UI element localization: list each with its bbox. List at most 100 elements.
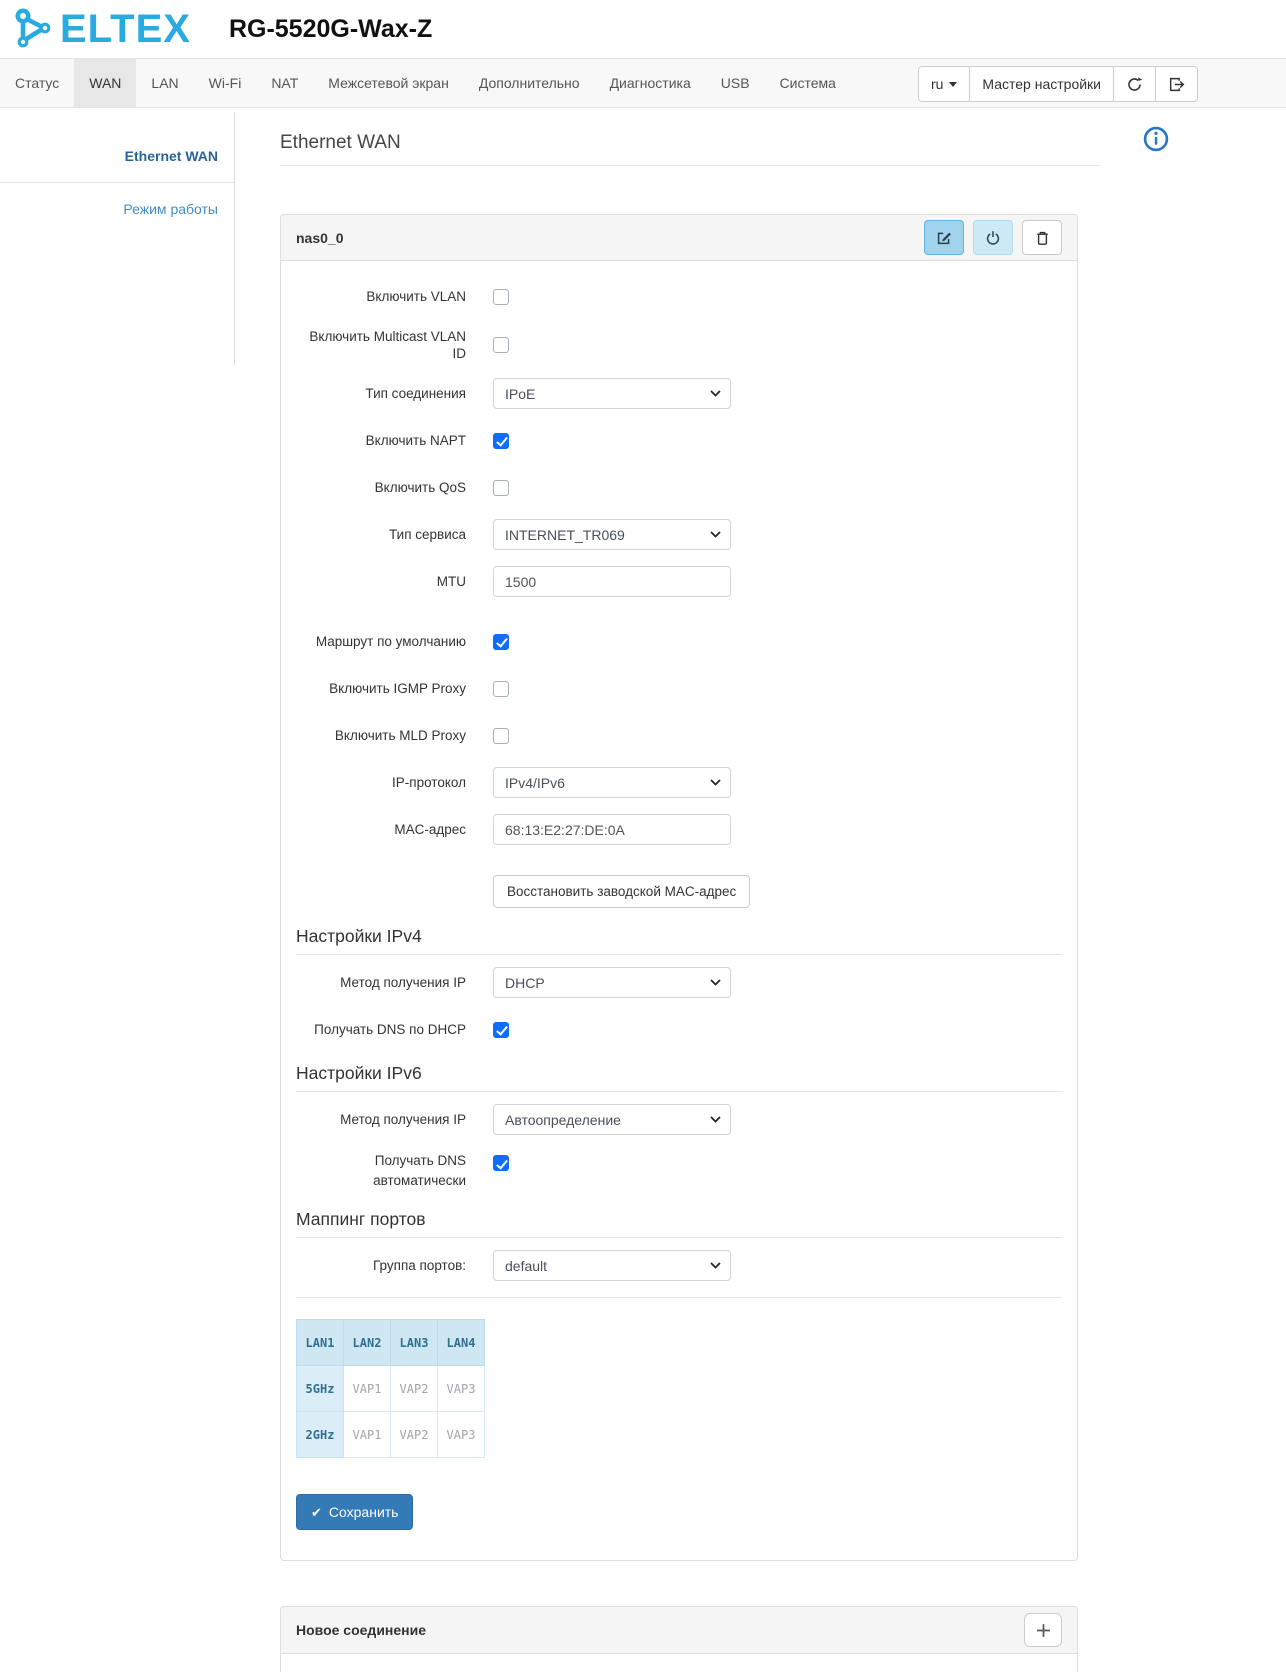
form-row: Включить QoS <box>296 472 1062 503</box>
field-label: Метод получения IP <box>340 975 466 990</box>
ipv6-dns-auto-checkbox[interactable] <box>493 1155 509 1171</box>
chevron-down-icon <box>710 531 721 538</box>
vap-cell[interactable]: VAP2 <box>390 1411 438 1458</box>
new-connection-body <box>281 1654 1077 1672</box>
save-button[interactable]: ✔ Сохранить <box>296 1494 414 1530</box>
band-cell-5ghz[interactable]: 5GHz <box>296 1365 344 1412</box>
info-button[interactable] <box>1143 126 1169 157</box>
language-select[interactable]: ru <box>918 67 970 101</box>
ipv4-dns-dhcp-checkbox[interactable] <box>493 1021 509 1038</box>
ipv4-section-title: Настройки IPv4 <box>296 926 422 946</box>
default-route-checkbox[interactable] <box>493 633 509 650</box>
page-layout: Ethernet WAN Режим работы Ethernet WAN n… <box>0 108 1286 1672</box>
vap-cell[interactable]: VAP1 <box>343 1365 391 1412</box>
form-row: Тип соединения IPoE <box>296 378 1062 409</box>
brand-wordmark: ELTEX <box>60 7 191 51</box>
nav-tab-wifi[interactable]: Wi-Fi <box>194 59 257 107</box>
mac-address-input[interactable] <box>493 814 731 845</box>
delete-connection-button[interactable] <box>1022 220 1062 255</box>
toggle-connection-button[interactable] <box>973 220 1013 255</box>
band-cell-2ghz[interactable]: 2GHz <box>296 1411 344 1458</box>
refresh-button[interactable] <box>1113 67 1155 101</box>
add-connection-button[interactable] <box>1024 1613 1062 1647</box>
form-row: Включить VLAN <box>296 281 1062 312</box>
power-icon <box>986 230 1000 245</box>
igmp-proxy-checkbox[interactable] <box>493 680 509 697</box>
qos-checkbox[interactable] <box>493 479 509 496</box>
service-type-select[interactable]: INTERNET_TR069 <box>493 519 731 550</box>
main-navbar: Статус WAN LAN Wi-Fi NAT Межсетевой экра… <box>0 58 1286 108</box>
main-content: Ethernet WAN nas0_0 Включить VLAN Включи… <box>280 108 1105 1672</box>
field-label: Получать DNS по DHCP <box>314 1022 466 1037</box>
port-cell-lan3[interactable]: LAN3 <box>390 1319 438 1366</box>
sidebar-item-work-mode[interactable]: Режим работы <box>0 183 234 235</box>
field-label: Включить NAPT <box>365 433 466 448</box>
multicast-vlan-checkbox[interactable] <box>493 337 509 353</box>
vlan-checkbox[interactable] <box>493 288 509 305</box>
select-value: DHCP <box>505 974 545 991</box>
nav-tab-wan[interactable]: WAN <box>74 59 137 107</box>
caret-down-icon <box>949 81 958 87</box>
field-label: Включить VLAN <box>366 289 466 304</box>
check-icon: ✔ <box>311 1504 322 1520</box>
mld-proxy-checkbox[interactable] <box>493 727 509 744</box>
vap-cell[interactable]: VAP3 <box>437 1365 485 1412</box>
field-label: Включить IGMP Proxy <box>329 681 466 696</box>
field-label: Метод получения IP <box>340 1112 466 1127</box>
mtu-input[interactable] <box>493 566 731 597</box>
pencil-square-icon <box>937 232 951 244</box>
setup-wizard-button[interactable]: Мастер настройки <box>969 67 1113 101</box>
connection-type-select[interactable]: IPoE <box>493 378 731 409</box>
new-connection-header: Новое соединение <box>281 1607 1077 1654</box>
nav-tab-system[interactable]: Система <box>765 59 851 107</box>
field-label: Получать DNS автоматически <box>373 1153 466 1188</box>
vap-cell[interactable]: VAP3 <box>437 1411 485 1458</box>
edit-connection-button[interactable] <box>924 220 964 255</box>
nav-tab-firewall[interactable]: Межсетевой экран <box>313 59 464 107</box>
page-title: Ethernet WAN <box>280 132 1100 166</box>
nav-tab-lan[interactable]: LAN <box>136 59 193 107</box>
logout-icon <box>1169 77 1185 91</box>
nav-tab-usb[interactable]: USB <box>706 59 765 107</box>
port-cell-lan1[interactable]: LAN1 <box>296 1319 344 1366</box>
nav-tab-status[interactable]: Статус <box>0 59 74 107</box>
nav-tab-advanced[interactable]: Дополнительно <box>464 59 595 107</box>
vap-cell[interactable]: VAP1 <box>343 1411 391 1458</box>
port-group-select[interactable]: default <box>493 1250 731 1281</box>
select-value: IPoE <box>505 385 536 402</box>
new-connection-label: Новое соединение <box>296 1622 427 1638</box>
form-row: MTU <box>296 566 1062 597</box>
napt-checkbox[interactable] <box>493 432 509 449</box>
chevron-down-icon <box>710 1116 721 1123</box>
new-connection-panel: Новое соединение <box>280 1606 1078 1672</box>
logout-button[interactable] <box>1155 67 1197 101</box>
port-table-row-2ghz: 2GHz VAP1 VAP2 VAP3 <box>296 1411 485 1458</box>
restore-mac-button[interactable]: Восстановить заводской MAC-адрес <box>493 875 751 908</box>
port-cell-lan4[interactable]: LAN4 <box>437 1319 485 1366</box>
port-mapping-section-title: Маппинг портов <box>296 1209 426 1229</box>
port-cell-lan2[interactable]: LAN2 <box>343 1319 391 1366</box>
chevron-down-icon <box>710 390 721 397</box>
refresh-icon <box>1128 76 1143 91</box>
form-row: Получать DNS автоматически <box>296 1151 1062 1191</box>
sidebar-item-ethernet-wan[interactable]: Ethernet WAN <box>0 130 234 183</box>
brand-logo: ELTEX <box>10 6 191 52</box>
setup-wizard-label: Мастер настройки <box>982 76 1101 92</box>
nav-tab-diagnostics[interactable]: Диагностика <box>595 59 706 107</box>
ip-protocol-select[interactable]: IPv4/IPv6 <box>493 767 731 798</box>
port-mapping-table: LAN1 LAN2 LAN3 LAN4 5GHz VAP1 VAP2 VAP3 … <box>296 1319 485 1458</box>
device-model-title: RG-5520G-Wax-Z <box>228 14 433 43</box>
select-value: INTERNET_TR069 <box>505 526 625 543</box>
language-value: ru <box>930 76 944 92</box>
select-value: Автоопределение <box>505 1111 621 1128</box>
vap-cell[interactable]: VAP2 <box>390 1365 438 1412</box>
ipv4-ip-method-select[interactable]: DHCP <box>493 967 731 998</box>
ipv6-ip-method-select[interactable]: Автоопределение <box>493 1104 731 1135</box>
connection-name: nas0_0 <box>296 229 344 246</box>
field-label: Тип соединения <box>365 386 466 401</box>
sidebar: Ethernet WAN Режим работы <box>0 112 235 365</box>
form-row: Группа портов: default <box>296 1250 1062 1281</box>
field-label: Тип сервиса <box>389 527 466 542</box>
connection-panel-header: nas0_0 <box>281 215 1077 261</box>
nav-tab-nat[interactable]: NAT <box>256 59 313 107</box>
